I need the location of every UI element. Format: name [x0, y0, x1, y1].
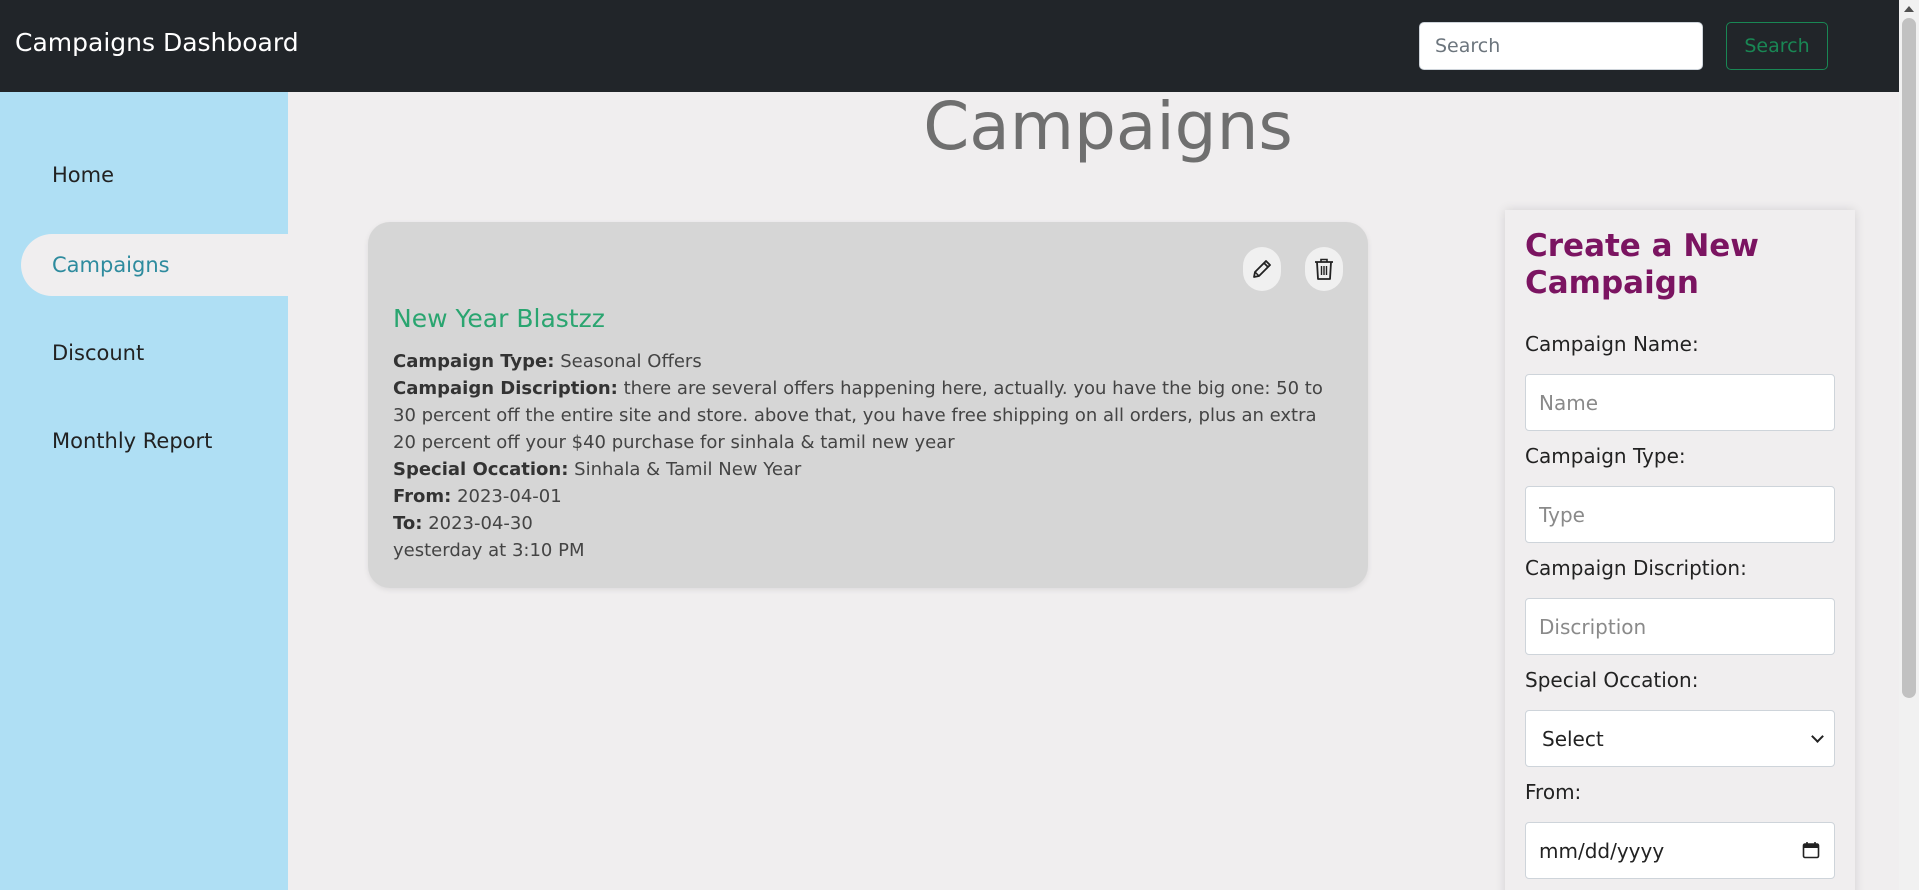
- sidebar-item-discount[interactable]: Discount: [21, 322, 288, 384]
- scroll-up-arrow-icon[interactable]: [1904, 6, 1914, 12]
- from-date-input[interactable]: mm/dd/yyyy: [1525, 822, 1835, 879]
- campaign-description-input[interactable]: [1525, 598, 1835, 655]
- sidebar-item-monthly-report[interactable]: Monthly Report: [21, 410, 288, 472]
- campaign-name-input[interactable]: [1525, 374, 1835, 431]
- special-occasion-label: Special Occation:: [1525, 668, 1699, 692]
- sidebar: Home Campaigns Discount Monthly Report: [0, 92, 288, 890]
- calendar-icon[interactable]: [1802, 841, 1820, 859]
- search-button[interactable]: Search: [1726, 22, 1828, 70]
- campaign-occasion-row: Special Occation: Sinhala & Tamil New Ye…: [393, 456, 1343, 483]
- top-navbar: Campaigns Dashboard Search: [0, 0, 1899, 92]
- trash-icon: [1315, 258, 1333, 280]
- campaign-type-form-label: Campaign Type:: [1525, 444, 1686, 468]
- campaign-type-row: Campaign Type: Seasonal Offers: [393, 348, 1343, 375]
- campaign-to-value: 2023-04-30: [428, 513, 533, 534]
- campaign-type-label: Campaign Type:: [393, 351, 555, 372]
- campaign-title: New Year Blastzz: [393, 304, 605, 333]
- campaign-description-row: Campaign Discription: there are several …: [393, 375, 1343, 456]
- sidebar-item-campaigns[interactable]: Campaigns: [21, 234, 288, 296]
- campaign-timestamp: yesterday at 3:10 PM: [393, 540, 585, 561]
- campaign-occasion-label: Special Occation:: [393, 459, 569, 480]
- campaign-details: Campaign Type: Seasonal Offers Campaign …: [393, 348, 1343, 564]
- campaign-card: New Year Blastzz Campaign Type: Seasonal…: [368, 222, 1368, 588]
- from-date-value: mm/dd/yyyy: [1539, 838, 1665, 863]
- campaign-description-form-label: Campaign Discription:: [1525, 556, 1747, 580]
- campaign-name-label: Campaign Name:: [1525, 332, 1699, 356]
- pencil-icon: [1253, 260, 1271, 278]
- edit-button[interactable]: [1243, 247, 1281, 291]
- form-title: Create a New Campaign: [1525, 228, 1759, 301]
- from-date-label: From:: [1525, 780, 1582, 804]
- brand-title[interactable]: Campaigns Dashboard: [15, 28, 299, 57]
- chevron-down-icon: [1811, 730, 1824, 743]
- delete-button[interactable]: [1305, 247, 1343, 291]
- campaign-from-value: 2023-04-01: [457, 486, 562, 507]
- campaign-occasion-value: Sinhala & Tamil New Year: [574, 459, 802, 480]
- special-occasion-selected: Select: [1542, 726, 1604, 751]
- campaign-to-label: To:: [393, 513, 423, 534]
- create-campaign-form: Create a New Campaign Campaign Name: Cam…: [1505, 210, 1855, 890]
- campaign-type-input[interactable]: [1525, 486, 1835, 543]
- campaign-to-row: To: 2023-04-30: [393, 510, 1343, 537]
- page-title: Campaigns: [923, 88, 1293, 165]
- special-occasion-select[interactable]: Select: [1525, 710, 1835, 767]
- campaign-description-label: Campaign Discription:: [393, 378, 618, 399]
- search-input[interactable]: [1419, 22, 1703, 70]
- campaign-from-label: From:: [393, 486, 452, 507]
- sidebar-item-home[interactable]: Home: [21, 144, 288, 206]
- campaign-from-row: From: 2023-04-01: [393, 483, 1343, 510]
- campaign-type-value: Seasonal Offers: [560, 351, 702, 372]
